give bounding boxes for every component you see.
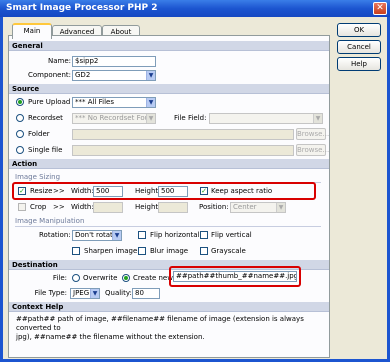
single-file-label: Single file bbox=[28, 146, 63, 154]
file-type-select[interactable]: JPEG ▼ bbox=[70, 288, 100, 299]
context-help-text: ##path## path of image, ##filename## fil… bbox=[16, 315, 326, 342]
file-type-label: File Type: bbox=[34, 289, 67, 297]
file-field-select[interactable]: ▼ bbox=[209, 113, 323, 124]
tab-main[interactable]: Main bbox=[12, 23, 52, 39]
pure-upload-value: *** All Files bbox=[75, 98, 114, 106]
quality-input[interactable]: 80 bbox=[132, 288, 160, 299]
rotation-label: Rotation: bbox=[39, 231, 71, 239]
folder-label: Folder bbox=[28, 130, 50, 138]
grayscale-checkbox[interactable] bbox=[200, 247, 208, 255]
resize-width-label: Width: bbox=[71, 187, 94, 195]
single-file-browse-button[interactable]: Browse... bbox=[296, 144, 329, 156]
position-select[interactable]: Center ▼ bbox=[230, 202, 286, 213]
flip-vertical-checkbox[interactable] bbox=[200, 231, 208, 239]
chevron-down-icon: ▼ bbox=[146, 98, 155, 107]
chevron-down-icon: ▼ bbox=[146, 114, 155, 123]
folder-browse-button[interactable]: Browse... bbox=[296, 128, 329, 140]
recordset-label: Recordset bbox=[28, 114, 63, 122]
overwrite-radio[interactable] bbox=[72, 274, 80, 282]
resize-height-label: Height: bbox=[135, 187, 161, 195]
single-file-input[interactable] bbox=[72, 145, 294, 156]
resize-checkbox[interactable]: ✓ bbox=[18, 187, 26, 195]
section-action-header: Action bbox=[9, 159, 329, 169]
crop-label: Crop bbox=[30, 203, 47, 211]
rotation-select[interactable]: Don't rotate ▼ bbox=[72, 230, 122, 241]
main-panel: General Name: $sipp2 Component: GD2 ▼ So… bbox=[8, 35, 330, 358]
crop-width-input[interactable] bbox=[93, 202, 123, 213]
quality-label: Quality: bbox=[105, 289, 132, 297]
ok-button[interactable]: OK bbox=[337, 23, 381, 37]
cancel-button[interactable]: Cancel bbox=[337, 40, 381, 54]
image-sizing-header: Image Sizing bbox=[15, 173, 61, 181]
window-title: Smart Image Processor PHP 2 bbox=[0, 0, 390, 17]
name-label: Name: bbox=[47, 57, 71, 65]
crop-checkbox[interactable] bbox=[18, 203, 26, 211]
blur-label: Blur image bbox=[150, 247, 189, 255]
flip-horizontal-checkbox[interactable] bbox=[138, 231, 146, 239]
window-close-icon[interactable]: ✕ bbox=[373, 2, 387, 15]
help-button[interactable]: Help bbox=[337, 57, 381, 71]
recordset-radio[interactable] bbox=[16, 114, 24, 122]
folder-input[interactable] bbox=[72, 129, 294, 140]
section-context-help-header: Context Help bbox=[9, 302, 329, 312]
divider bbox=[15, 226, 321, 227]
keep-aspect-checkbox[interactable]: ✓ bbox=[200, 187, 208, 195]
blur-checkbox[interactable] bbox=[138, 247, 146, 255]
component-value: GD2 bbox=[75, 71, 91, 79]
chevron-down-icon: ▼ bbox=[313, 114, 322, 123]
folder-radio[interactable] bbox=[16, 130, 24, 138]
pure-upload-select[interactable]: *** All Files ▼ bbox=[72, 97, 156, 108]
overwrite-label: Overwrite bbox=[83, 274, 118, 282]
sharpen-label: Sharpen image bbox=[84, 247, 138, 255]
name-input[interactable]: $sipp2 bbox=[72, 56, 156, 67]
resize-arrows: >> bbox=[53, 187, 65, 195]
keep-aspect-label: Keep aspect ratio bbox=[211, 187, 273, 195]
crop-width-label: Width: bbox=[71, 203, 94, 211]
resize-label: Resize bbox=[30, 187, 53, 195]
create-new-radio[interactable] bbox=[122, 274, 130, 282]
chevron-down-icon: ▼ bbox=[146, 71, 155, 80]
pure-upload-label: Pure Upload bbox=[28, 98, 71, 106]
sharpen-checkbox[interactable] bbox=[72, 247, 80, 255]
context-help-line-2: jpg), ##name## the filename without the … bbox=[16, 333, 205, 341]
position-value: Center bbox=[233, 203, 257, 211]
chevron-down-icon: ▼ bbox=[276, 203, 285, 212]
resize-width-input[interactable]: 500 bbox=[93, 186, 123, 197]
context-help-line-1: ##path## path of image, ##filename## fil… bbox=[16, 315, 304, 332]
chevron-down-icon: ▼ bbox=[90, 289, 99, 298]
flip-vertical-label: Flip vertical bbox=[211, 231, 252, 239]
pure-upload-radio[interactable] bbox=[16, 98, 24, 106]
component-label: Component: bbox=[28, 71, 71, 79]
section-source-header: Source bbox=[9, 84, 329, 94]
file-field-label: File Field: bbox=[174, 114, 207, 122]
position-label: Position: bbox=[199, 203, 229, 211]
create-new-input[interactable]: ##path##thumb_##name##.jpg bbox=[173, 271, 297, 282]
file-label: File: bbox=[52, 274, 67, 282]
chevron-down-icon: ▼ bbox=[112, 231, 121, 240]
recordset-select[interactable]: *** No Recordset Found ▼ bbox=[72, 113, 156, 124]
file-type-value: JPEG bbox=[73, 289, 90, 297]
image-manipulation-header: Image Manipulation bbox=[15, 217, 85, 225]
crop-arrows: >> bbox=[53, 203, 65, 211]
grayscale-label: Grayscale bbox=[211, 247, 246, 255]
flip-horizontal-label: Flip horizontal bbox=[150, 231, 200, 239]
crop-height-input[interactable] bbox=[158, 202, 188, 213]
crop-height-label: Height: bbox=[135, 203, 161, 211]
section-general-header: General bbox=[9, 41, 329, 51]
recordset-value: *** No Recordset Found bbox=[75, 114, 156, 122]
resize-height-input[interactable]: 500 bbox=[158, 186, 188, 197]
single-file-radio[interactable] bbox=[16, 146, 24, 154]
rotation-value: Don't rotate bbox=[75, 231, 118, 239]
component-select[interactable]: GD2 ▼ bbox=[72, 70, 156, 81]
